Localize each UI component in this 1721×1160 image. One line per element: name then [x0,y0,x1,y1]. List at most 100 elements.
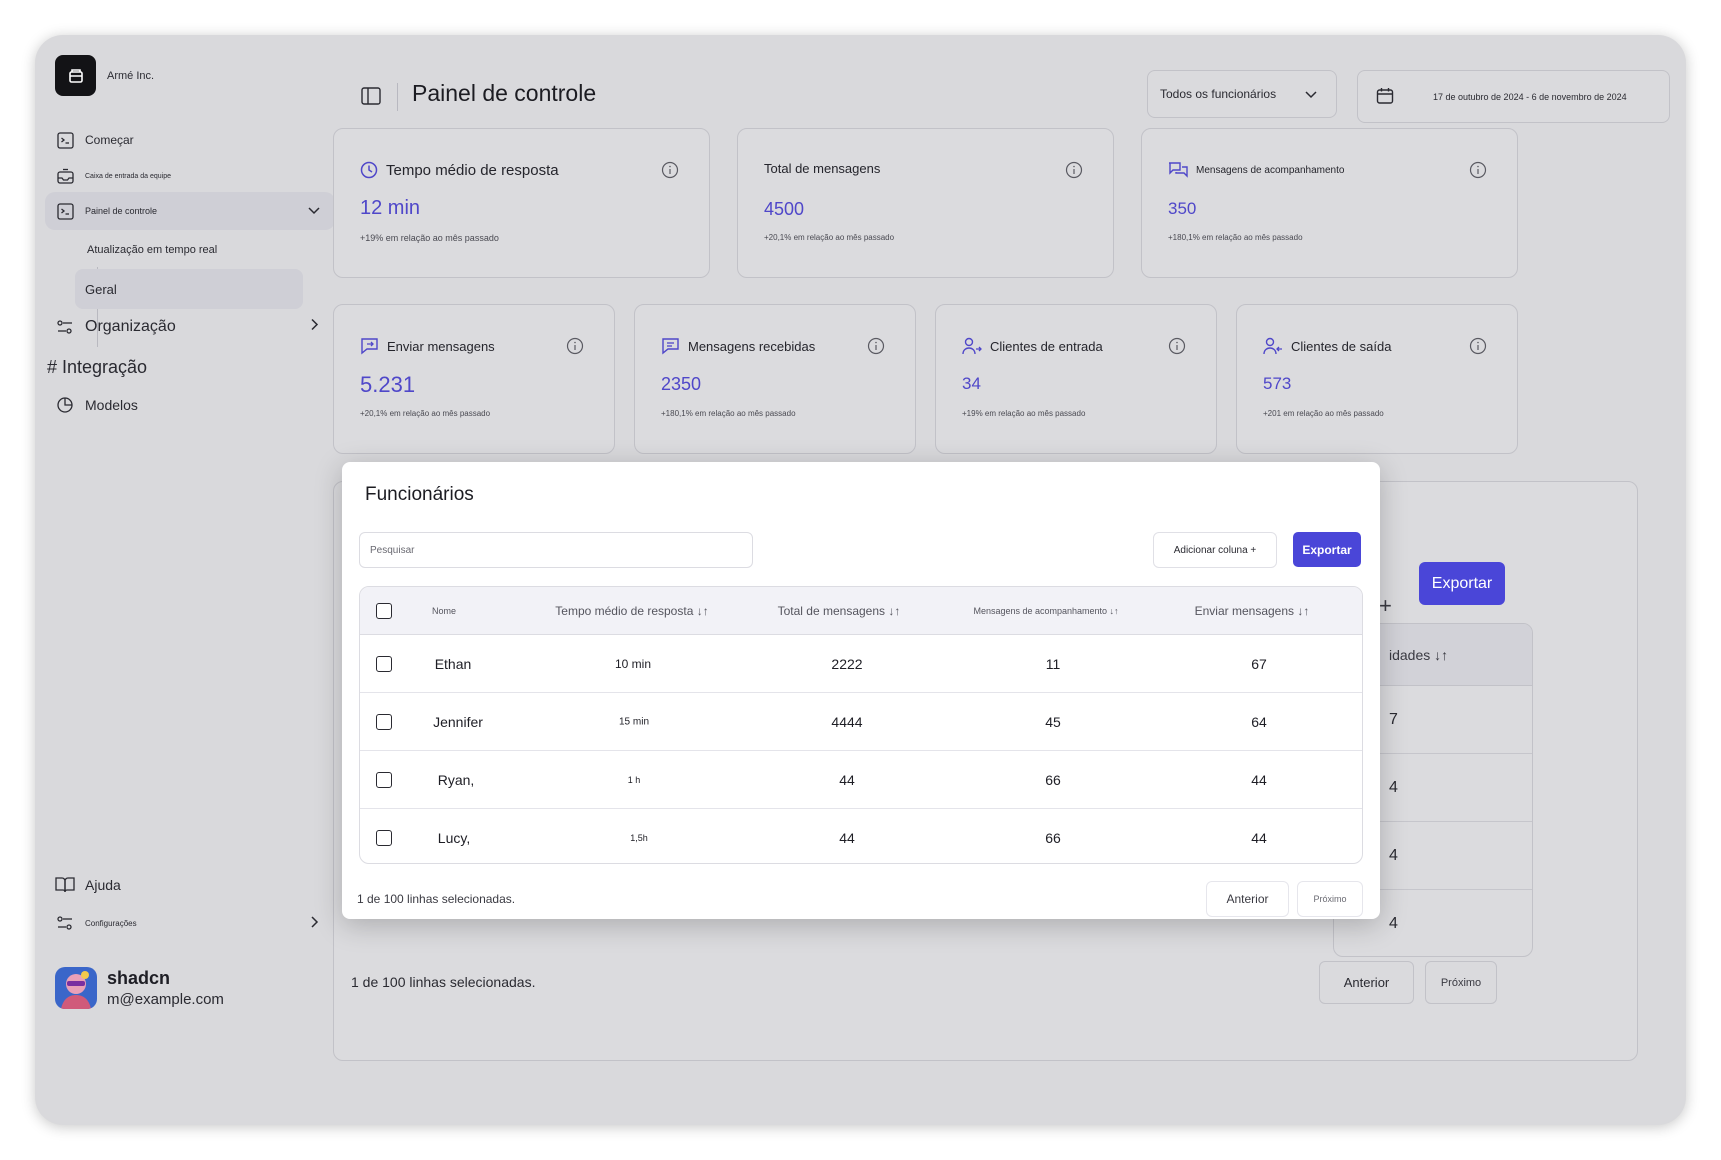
column-header-avg-response[interactable]: Tempo médio de resposta ↓↑ [555,604,708,618]
info-icon[interactable] [1469,337,1487,360]
calendar-icon [1376,87,1394,107]
sidebar-subitem-label: Geral [85,281,117,297]
info-icon[interactable] [566,337,584,360]
sidebar-item-label: Começar [85,133,134,147]
chevron-down-icon [307,203,321,219]
stat-title: Total de mensagens [764,161,881,176]
info-icon[interactable] [1469,161,1487,184]
next-page-button[interactable]: Próximo [1297,881,1363,917]
cell-total-messages: 4444 [831,713,863,730]
cell-followup: 66 [1045,830,1061,846]
cell-avg-response: 10 min [614,656,652,671]
prev-page-button[interactable]: Anterior [1206,881,1289,917]
stat-card-outgoing-clients: Clientes de saída 573 +201 em relação ao… [1236,304,1518,454]
sidebar-item-team-inbox[interactable]: Caixa de entrada da equipe [45,159,335,193]
export-button[interactable]: Exportar [1293,532,1361,567]
stat-title: Mensagens recebidas [688,338,816,354]
table-row[interactable]: Ryan, 1 h 44 66 44 [360,751,1362,809]
cell-total-messages: 2222 [831,655,863,672]
brand[interactable]: Armé Inc. [55,55,154,96]
date-range-picker[interactable]: 17 de outubro de 2024 - 6 de novembro de… [1357,70,1670,123]
table-header: Nome Tempo médio de resposta ↓↑ Total de… [360,587,1362,635]
stat-value: 5.231 [360,372,416,397]
select-all-checkbox[interactable] [376,602,392,619]
sidebar-subitem-geral[interactable]: Geral [75,269,303,309]
stat-card-total-messages: Total de mensagens 4500 +20,1% em relaçã… [737,128,1114,278]
stat-value: 4500 [764,199,805,219]
cell-name: Ethan [434,655,472,672]
stat-change: +20,1% em relação ao mês passado [764,233,895,242]
stat-value: 573 [1263,374,1292,393]
background-add-column-button[interactable]: + [1379,593,1392,619]
cell-name: Jennifer [433,713,483,730]
table-row[interactable]: Ethan 10 min 2222 11 67 [360,635,1362,693]
chevron-right-icon [307,318,321,337]
sidebar-subitem-realtime[interactable]: Atualização em tempo real [75,233,303,267]
background-prev-button[interactable]: Anterior [1319,961,1414,1004]
row-checkbox[interactable] [376,771,392,788]
row-checkbox[interactable] [376,655,392,672]
stat-change: +19% em relação ao mês passado [962,409,1086,418]
employees-modal: Funcionários Pesquisar Adicionar coluna … [342,462,1380,919]
stat-title: Enviar mensagens [387,338,495,354]
sidebar-item-label: Organização [85,318,176,335]
stat-card-received-messages: Mensagens recebidas 2350 +180,1% em rela… [634,304,916,454]
stat-value: 34 [962,374,981,393]
stat-title: Tempo médio de resposta [386,161,559,179]
sidebar-toggle-icon[interactable] [361,87,381,110]
divider [397,83,398,111]
column-header-name[interactable]: Nome [432,606,456,616]
cell-sent: 64 [1251,713,1267,730]
stat-card-followup-messages: Mensagens de acompanhamento 350 +180,1% … [1141,128,1518,278]
user-profile[interactable]: shadcn m@example.com [55,967,224,1009]
info-icon[interactable] [1065,161,1083,184]
stat-title: Clientes de saída [1291,338,1392,354]
sidebar-subitem-label: Atualização em tempo real [87,244,218,256]
table-row[interactable]: Jennifer 15 min 4444 45 64 [360,693,1362,751]
cell-total-messages: 44 [839,830,855,846]
column-header-total-messages[interactable]: Total de mensagens ↓↑ [778,604,901,618]
column-header-followup[interactable]: Mensagens de acompanhamento ↓↑ [973,606,1118,616]
cell-avg-response: 1,5h [630,833,648,843]
cell-followup: 11 [1045,655,1061,672]
sidebar-item-integracao[interactable]: # Integração [45,349,335,385]
background-next-button[interactable]: Próximo [1425,961,1497,1004]
info-icon[interactable] [867,337,885,360]
stat-card-incoming-clients: Clientes de entrada 34 +19% em relação a… [935,304,1217,454]
stat-title: Mensagens de acompanhamento [1196,164,1345,176]
sidebar: Armé Inc. Começar Caixa de entrada da eq… [35,35,365,1125]
avatar [55,967,97,1009]
cell-avg-response: 1 h [627,774,641,785]
info-icon[interactable] [661,161,679,184]
sidebar-item-organizacao[interactable]: Organização [45,309,335,345]
sidebar-item-comecar[interactable]: Começar [45,123,335,157]
employee-filter-select[interactable]: Todos os funcionários [1147,70,1337,118]
stat-change: +180,1% em relação ao mês passado [1168,233,1303,242]
cell-sent: 67 [1251,655,1267,672]
row-checkbox[interactable] [376,713,392,730]
user-info: shadcn m@example.com [107,968,224,1008]
chevron-right-icon [307,915,321,931]
add-column-button[interactable]: Adicionar coluna + [1153,532,1277,568]
sidebar-item-dashboard[interactable]: Painel de controle [45,192,335,230]
modal-title: Funcionários [365,484,474,505]
sidebar-item-ajuda[interactable]: Ajuda [45,867,335,903]
sidebar-item-modelos[interactable]: Modelos [45,387,335,423]
stat-card-sent-messages: Enviar mensagens 5.231 +20,1% em relação… [333,304,615,454]
row-checkbox[interactable] [376,830,392,846]
column-header-sent[interactable]: Enviar mensagens ↓↑ [1195,604,1310,618]
stat-value: 2350 [661,374,702,394]
table-row[interactable]: Lucy, 1,5h 44 66 44 [360,809,1362,863]
chevron-down-icon [1304,87,1318,104]
info-icon[interactable] [1168,337,1186,360]
sidebar-item-label: Ajuda [85,877,121,893]
background-export-button[interactable]: Exportar [1419,562,1505,605]
date-range-text: 17 de outubro de 2024 - 6 de novembro de… [1433,92,1627,102]
search-input[interactable]: Pesquisar [359,532,753,568]
cell-avg-response: 15 min [618,716,650,727]
cell-name: Lucy, [437,830,471,846]
stat-title: Clientes de entrada [990,338,1103,354]
sidebar-item-configuracoes[interactable]: Configurações [45,905,335,941]
cell-total-messages: 44 [839,771,855,788]
message-send-icon [360,337,379,355]
